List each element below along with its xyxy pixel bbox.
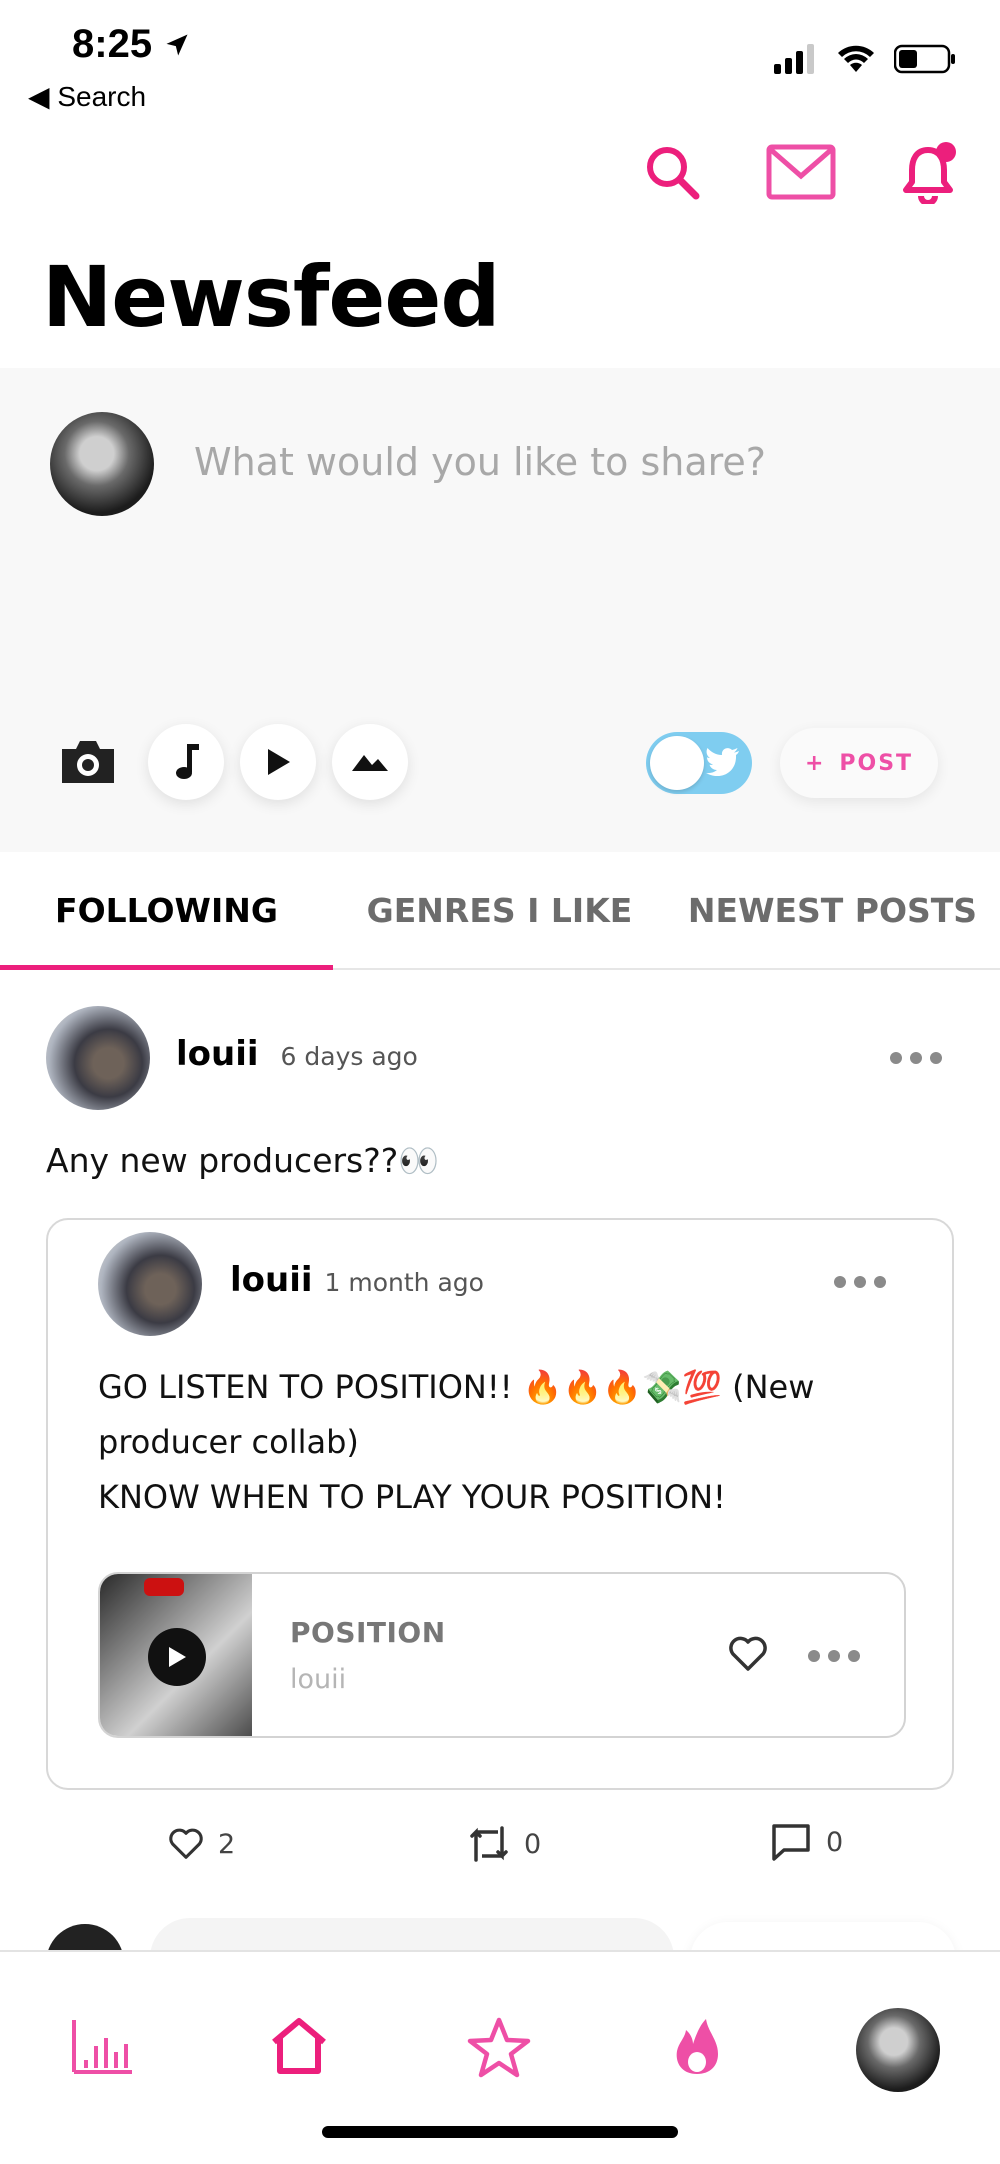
artwork-detail <box>144 1578 184 1596</box>
battery-icon <box>894 44 955 74</box>
page-title: Newsfeed <box>42 248 500 346</box>
back-label: Search <box>57 81 147 112</box>
home-icon <box>272 2018 326 2074</box>
quoted-more-button[interactable] <box>834 1276 886 1288</box>
nav-trending[interactable] <box>672 2016 722 2076</box>
profile-avatar <box>856 2008 940 2092</box>
tab-newest-posts[interactable]: NEWEST POSTS <box>666 852 999 968</box>
back-caret-icon: ◀ <box>28 81 50 112</box>
post-more-button[interactable] <box>890 1052 942 1064</box>
status-icons <box>774 44 956 74</box>
chart-icon <box>72 2020 132 2074</box>
notification-dot <box>936 142 956 162</box>
track-title: POSITION <box>290 1616 446 1649</box>
media-buttons <box>56 724 408 800</box>
play-icon <box>169 1647 186 1667</box>
feed-tabs: FOLLOWING GENRES I LIKE NEWEST POSTS <box>0 852 1000 970</box>
post-button[interactable]: + POST <box>780 728 938 798</box>
post-text: Any new producers??👀 <box>46 1141 440 1180</box>
mail-icon[interactable] <box>766 144 836 200</box>
comment-count: 0 <box>826 1826 844 1858</box>
nav-favorites[interactable] <box>466 2016 532 2080</box>
tab-genres-i-like[interactable]: GENRES I LIKE <box>333 852 666 968</box>
comment-icon <box>772 1824 810 1861</box>
tab-following[interactable]: FOLLOWING <box>0 852 333 970</box>
heart-icon <box>169 1828 203 1859</box>
signal-icon <box>774 44 814 74</box>
post-label: POST <box>839 750 914 776</box>
post-header: louii 6 days ago <box>176 1034 418 1074</box>
like-count: 2 <box>218 1828 236 1860</box>
post-author-name[interactable]: louii <box>176 1034 259 1074</box>
track-more-button[interactable] <box>808 1650 860 1662</box>
post-actions: 2 0 0 <box>0 1820 1000 1880</box>
home-indicator <box>322 2126 678 2138</box>
nav-profile[interactable] <box>856 2008 940 2092</box>
comment-button[interactable]: 0 <box>770 1822 843 1862</box>
music-note-icon <box>176 744 199 779</box>
wifi-icon <box>838 45 874 72</box>
track-artist[interactable]: louii <box>290 1664 346 1695</box>
quoted-post[interactable]: louii 1 month ago GO LISTEN TO POSITION!… <box>46 1218 954 1790</box>
twitter-icon <box>706 748 739 776</box>
track-play-button[interactable] <box>148 1628 206 1686</box>
post-author-avatar[interactable] <box>46 1006 150 1110</box>
music-button[interactable] <box>148 724 224 800</box>
heart-icon[interactable] <box>728 1636 768 1672</box>
time-text: 8:25 <box>72 22 153 66</box>
toggle-knob <box>650 736 704 790</box>
post-composer: What would you like to share? + POST <box>0 368 1000 852</box>
quoted-text: GO LISTEN TO POSITION!! 🔥🔥🔥💸💯 (New produ… <box>98 1360 898 1525</box>
nav-charts[interactable] <box>70 2016 134 2076</box>
location-arrow-icon <box>166 34 188 56</box>
plus-icon: + <box>804 750 826 776</box>
flame-icon <box>676 2019 718 2074</box>
quoted-header: louii 1 month ago <box>230 1260 484 1300</box>
back-to-search[interactable]: ◀ Search <box>28 80 146 113</box>
header-actions <box>642 140 960 204</box>
composer-input[interactable]: What would you like to share? <box>194 440 766 484</box>
repost-icon <box>470 1826 508 1862</box>
star-icon <box>467 2017 531 2078</box>
quoted-author-name[interactable]: louii <box>230 1260 313 1300</box>
nav-home[interactable] <box>268 2016 330 2076</box>
quoted-text-line1: GO LISTEN TO POSITION!! 🔥🔥🔥💸💯 (New produ… <box>98 1368 815 1461</box>
search-icon[interactable] <box>642 142 702 202</box>
camera-icon <box>62 741 114 783</box>
track-artwork <box>100 1574 252 1736</box>
repost-button[interactable]: 0 <box>468 1824 541 1864</box>
play-icon <box>268 749 290 775</box>
track-card[interactable]: POSITION louii <box>98 1572 906 1738</box>
image-button[interactable] <box>332 724 408 800</box>
repost-count: 0 <box>524 1828 542 1860</box>
post-timestamp: 6 days ago <box>280 1042 418 1071</box>
like-button[interactable]: 2 <box>168 1828 235 1860</box>
camera-button[interactable] <box>56 730 120 794</box>
status-time: 8:25 <box>72 22 191 67</box>
quoted-timestamp: 1 month ago <box>324 1268 484 1297</box>
twitter-toggle[interactable] <box>646 732 752 794</box>
video-button[interactable] <box>240 724 316 800</box>
quoted-text-line2: KNOW WHEN TO PLAY YOUR POSITION! <box>98 1478 726 1516</box>
image-icon <box>352 755 388 771</box>
bell-icon[interactable] <box>900 140 960 204</box>
quoted-author-avatar[interactable] <box>98 1232 202 1336</box>
user-avatar[interactable] <box>50 412 154 516</box>
